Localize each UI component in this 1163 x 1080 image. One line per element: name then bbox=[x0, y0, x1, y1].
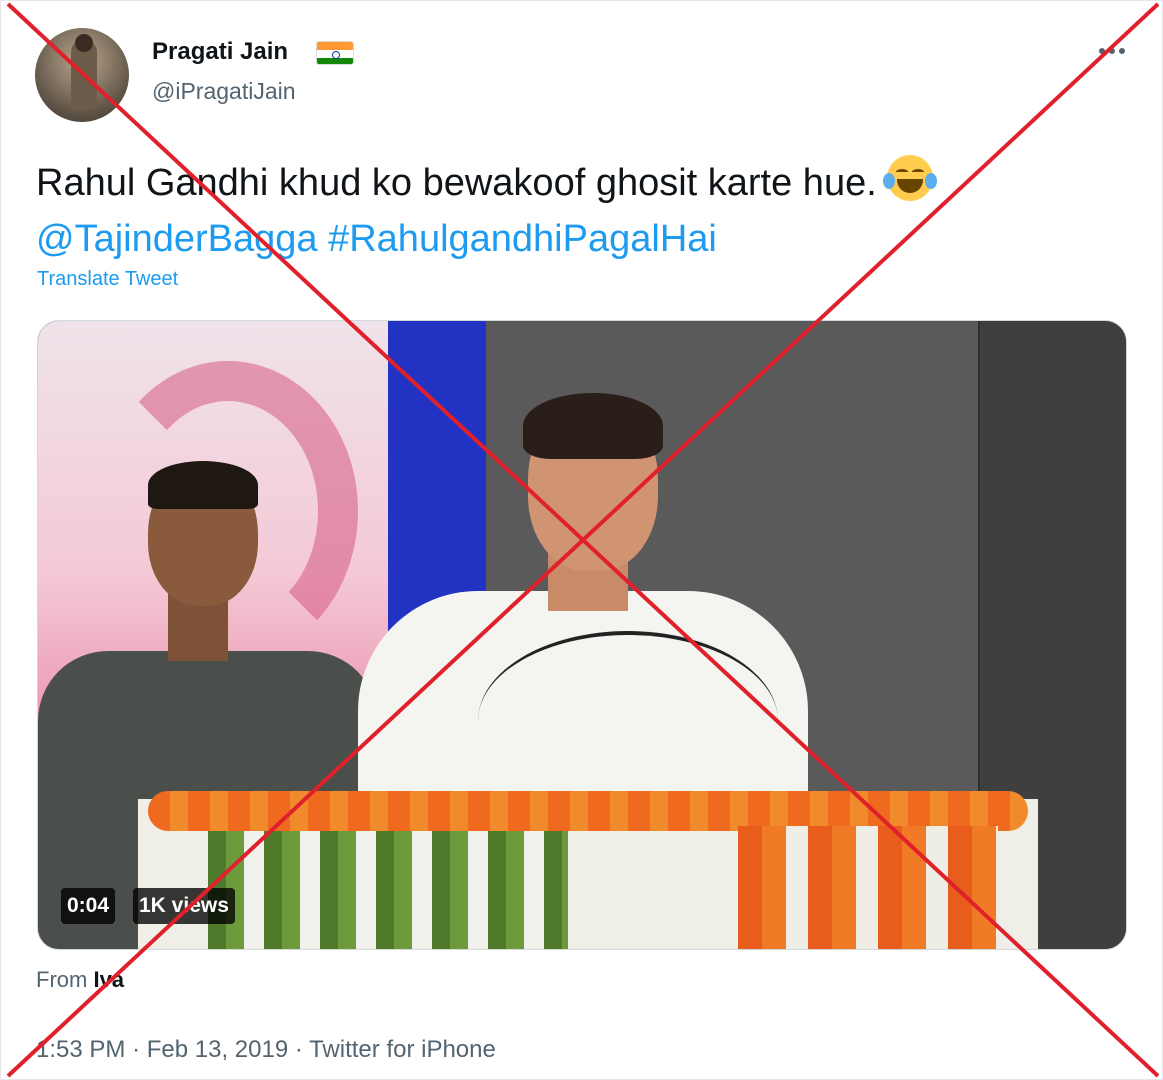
leaf-garland bbox=[208, 831, 568, 949]
video-player[interactable] bbox=[37, 320, 1127, 950]
mention-link[interactable]: @TajinderBagga bbox=[36, 218, 318, 260]
hashtag-link[interactable]: #RahulgandhiPagalHai bbox=[328, 218, 717, 260]
more-options-icon[interactable] bbox=[1095, 37, 1129, 65]
tweet-client-link[interactable]: Twitter for iPhone bbox=[309, 1036, 496, 1063]
video-duration-badge: 0:04 bbox=[61, 888, 116, 924]
tweet-text: Rahul Gandhi khud ko bewakoof ghosit kar… bbox=[36, 153, 1136, 267]
source-name-link[interactable]: Iva bbox=[93, 967, 124, 992]
display-name[interactable]: Pragati Jain bbox=[152, 38, 288, 66]
source-attribution: From Iva bbox=[36, 967, 124, 993]
avatar[interactable] bbox=[35, 28, 129, 122]
translate-tweet-link[interactable]: Translate Tweet bbox=[37, 268, 178, 291]
tweet-time-link[interactable]: 1:53 PM bbox=[36, 1036, 125, 1063]
source-prefix: From bbox=[36, 967, 88, 992]
indian-flag-icon bbox=[316, 41, 354, 65]
tweet-text-main: Rahul Gandhi khud ko bewakoof ghosit kar… bbox=[36, 162, 877, 204]
tweet-date-link[interactable]: Feb 13, 2019 bbox=[147, 1036, 288, 1063]
marigold-garland bbox=[148, 791, 1028, 831]
user-handle[interactable]: @iPragatiJain bbox=[152, 78, 296, 105]
tweet-metadata: 1:53 PM · Feb 13, 2019 · Twitter for iPh… bbox=[36, 1036, 496, 1064]
meta-separator: · bbox=[132, 1036, 141, 1063]
microphone bbox=[478, 631, 778, 811]
meta-separator: · bbox=[294, 1036, 303, 1063]
tweet-card: Pragati Jain @iPragatiJain Rahul Gandhi … bbox=[0, 0, 1163, 1080]
video-views-badge: 1K views bbox=[133, 888, 235, 924]
tears-of-joy-emoji-icon bbox=[882, 153, 937, 203]
marigold-garland-right bbox=[738, 826, 998, 949]
